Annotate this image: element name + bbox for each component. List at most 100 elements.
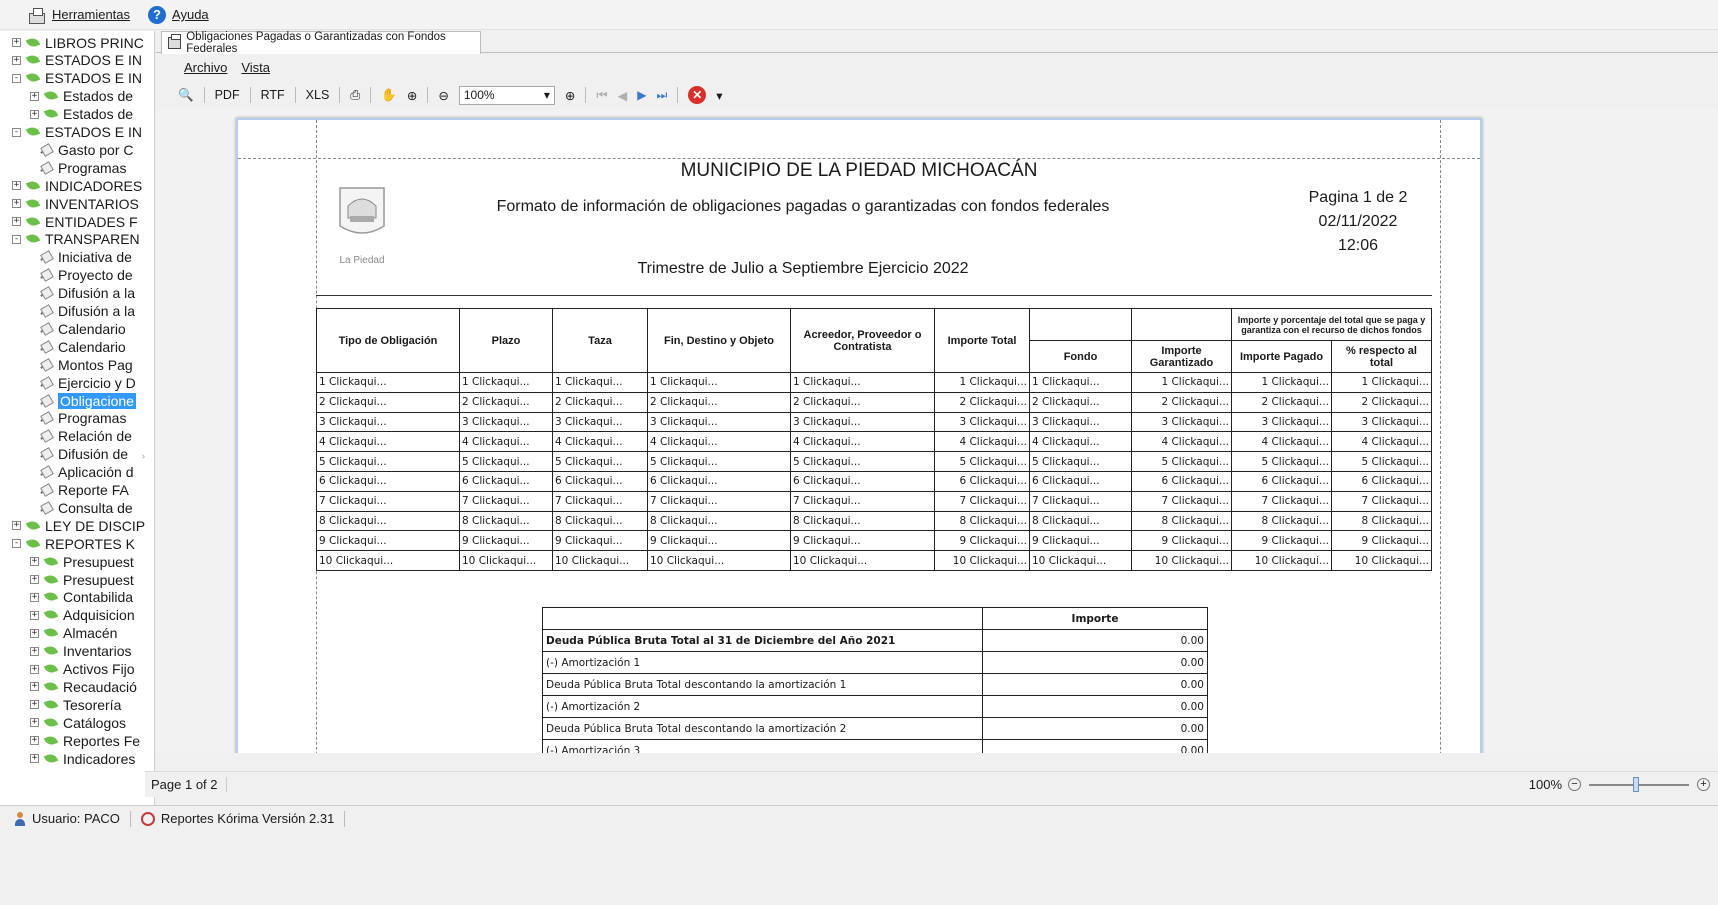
tree-item[interactable]: + Activos Fijo (30, 660, 135, 679)
table-cell[interactable]: 10 Clickaqui... (316, 550, 460, 571)
table-cell[interactable]: 7 Clickaqui... (552, 490, 648, 512)
tree-item[interactable]: - ESTADOS E IN (12, 69, 142, 88)
tree-item[interactable]: - TRANSPAREN (12, 230, 140, 249)
tree-item[interactable]: + Presupuest (30, 552, 134, 571)
tree-item[interactable]: Consulta de (30, 498, 133, 517)
table-cell[interactable]: 9 Clickaqui... (459, 530, 553, 552)
expand-icon[interactable]: + (12, 521, 21, 531)
viewer-horizontal-scrollbar[interactable] (156, 753, 1718, 771)
previous-page-icon[interactable]: ◀ (618, 88, 628, 103)
tree-item[interactable]: + Presupuest (30, 570, 134, 589)
expand-icon[interactable]: + (30, 557, 39, 567)
table-cell[interactable]: 10 Clickaqui... (647, 550, 791, 571)
find-icon[interactable]: 🔍 (178, 88, 194, 103)
table-cell[interactable]: 6 Clickaqui... (459, 470, 553, 492)
print-icon[interactable]: ⎙ (350, 88, 360, 103)
expand-icon[interactable]: + (30, 754, 39, 763)
collapse-icon[interactable]: - (12, 127, 21, 137)
expand-icon[interactable]: + (30, 91, 39, 101)
table-cell[interactable]: 2 Clickaqui... (1131, 391, 1232, 413)
table-cell[interactable]: 3 Clickaqui... (552, 411, 648, 433)
expand-icon[interactable]: + (12, 38, 21, 47)
table-cell[interactable]: 1 Clickaqui... (647, 372, 791, 393)
table-cell[interactable]: 9 Clickaqui... (1131, 530, 1232, 552)
table-cell[interactable]: 1 Clickaqui... (552, 372, 648, 393)
table-cell[interactable]: 6 Clickaqui... (934, 470, 1030, 492)
tree-item[interactable]: Difusión a la (30, 302, 135, 321)
zoom-minus-button[interactable]: − (1568, 778, 1581, 791)
table-cell[interactable]: 10 Clickaqui... (1331, 550, 1432, 571)
menu-archivo[interactable]: Archivo (184, 60, 227, 75)
table-cell[interactable]: 3 Clickaqui... (647, 411, 791, 433)
table-cell[interactable]: 7 Clickaqui... (790, 490, 935, 512)
expand-icon[interactable]: + (30, 109, 39, 119)
table-cell[interactable]: 6 Clickaqui... (790, 470, 935, 492)
tree-item[interactable]: - REPORTES K (12, 534, 135, 553)
table-cell[interactable]: 8 Clickaqui... (1331, 510, 1432, 532)
expand-icon[interactable]: + (30, 700, 39, 710)
table-cell[interactable]: 9 Clickaqui... (1029, 530, 1132, 552)
tree-item[interactable]: + INVENTARIOS (12, 194, 139, 213)
tree-item[interactable]: + Reportes Fe (30, 731, 140, 750)
tree-item[interactable]: + Tesorería (30, 695, 121, 714)
table-cell[interactable]: 3 Clickaqui... (790, 411, 935, 433)
table-cell[interactable]: 1 Clickaqui... (1131, 372, 1232, 393)
tree-item[interactable]: + Adquisicion (30, 606, 135, 625)
table-cell[interactable]: 4 Clickaqui... (1131, 431, 1232, 453)
table-cell[interactable]: 2 Clickaqui... (790, 391, 935, 413)
tree-item[interactable]: Proyecto de (30, 266, 133, 285)
table-cell[interactable]: 6 Clickaqui... (1029, 470, 1132, 492)
expand-icon[interactable]: + (30, 628, 39, 638)
table-cell[interactable]: 3 Clickaqui... (316, 411, 460, 433)
table-cell[interactable]: 8 Clickaqui... (1131, 510, 1232, 532)
table-cell[interactable]: 9 Clickaqui... (647, 530, 791, 552)
table-cell[interactable]: 2 Clickaqui... (459, 391, 553, 413)
tree-item[interactable]: - ESTADOS E IN (12, 123, 142, 142)
table-cell[interactable]: 1 Clickaqui... (316, 372, 460, 393)
zoom-select[interactable]: 100% ▾ (458, 85, 555, 105)
tree-item[interactable]: Obligacione (30, 391, 136, 410)
table-cell[interactable]: 5 Clickaqui... (1231, 451, 1332, 472)
table-cell[interactable]: 9 Clickaqui... (1231, 530, 1332, 552)
table-cell[interactable]: 2 Clickaqui... (647, 391, 791, 413)
table-cell[interactable]: 5 Clickaqui... (1131, 451, 1232, 472)
table-cell[interactable]: 9 Clickaqui... (790, 530, 935, 552)
expand-icon[interactable]: + (30, 682, 39, 692)
tree-item[interactable]: Programas (30, 158, 126, 177)
tree-item[interactable]: Montos Pag (30, 355, 133, 374)
table-cell[interactable]: 7 Clickaqui... (1131, 490, 1232, 512)
table-cell[interactable]: 4 Clickaqui... (647, 431, 791, 453)
table-cell[interactable]: 9 Clickaqui... (1331, 530, 1432, 552)
table-cell[interactable]: 4 Clickaqui... (934, 431, 1030, 453)
expand-icon[interactable]: + (30, 610, 39, 620)
tree-item[interactable]: + INDICADORES (12, 176, 142, 195)
report-viewer[interactable]: La Piedad MUNICIPIO DE LA PIEDAD MICHOAC… (156, 110, 1718, 753)
tree-item[interactable]: + Contabilida (30, 588, 133, 607)
expand-icon[interactable]: + (12, 181, 21, 191)
first-page-icon[interactable]: ⏮ (596, 88, 607, 103)
table-cell[interactable]: 10 Clickaqui... (934, 550, 1030, 571)
tree-item[interactable]: Iniciativa de (30, 248, 132, 267)
table-cell[interactable]: 3 Clickaqui... (1029, 411, 1132, 433)
expand-icon[interactable]: + (30, 718, 39, 728)
next-page-icon[interactable]: ▶ (637, 88, 646, 102)
tree-item[interactable]: Gasto por C (30, 140, 133, 159)
table-cell[interactable]: 6 Clickaqui... (1231, 470, 1332, 492)
export-xls-button[interactable]: XLS (306, 88, 330, 102)
table-cell[interactable]: 7 Clickaqui... (459, 490, 553, 512)
expand-icon[interactable]: + (30, 664, 39, 674)
expand-icon[interactable]: + (30, 575, 39, 584)
tree-item[interactable]: + ENTIDADES F (12, 212, 138, 231)
hand-tool-icon[interactable]: ✋ (381, 88, 397, 103)
zoom-slider[interactable] (1589, 776, 1689, 792)
menu-herramientas[interactable]: Herramientas (28, 7, 130, 24)
table-cell[interactable]: 2 Clickaqui... (1331, 391, 1432, 413)
table-cell[interactable]: 8 Clickaqui... (459, 510, 553, 532)
table-cell[interactable]: 2 Clickaqui... (316, 391, 460, 413)
table-cell[interactable]: 5 Clickaqui... (459, 451, 553, 472)
tree-item[interactable]: + ESTADOS E IN (12, 51, 142, 70)
tree-item[interactable]: Aplicación d (30, 463, 134, 482)
expand-icon[interactable]: + (12, 55, 21, 65)
tree-item[interactable]: Difusión a la (30, 284, 135, 303)
export-pdf-button[interactable]: PDF (215, 88, 240, 102)
